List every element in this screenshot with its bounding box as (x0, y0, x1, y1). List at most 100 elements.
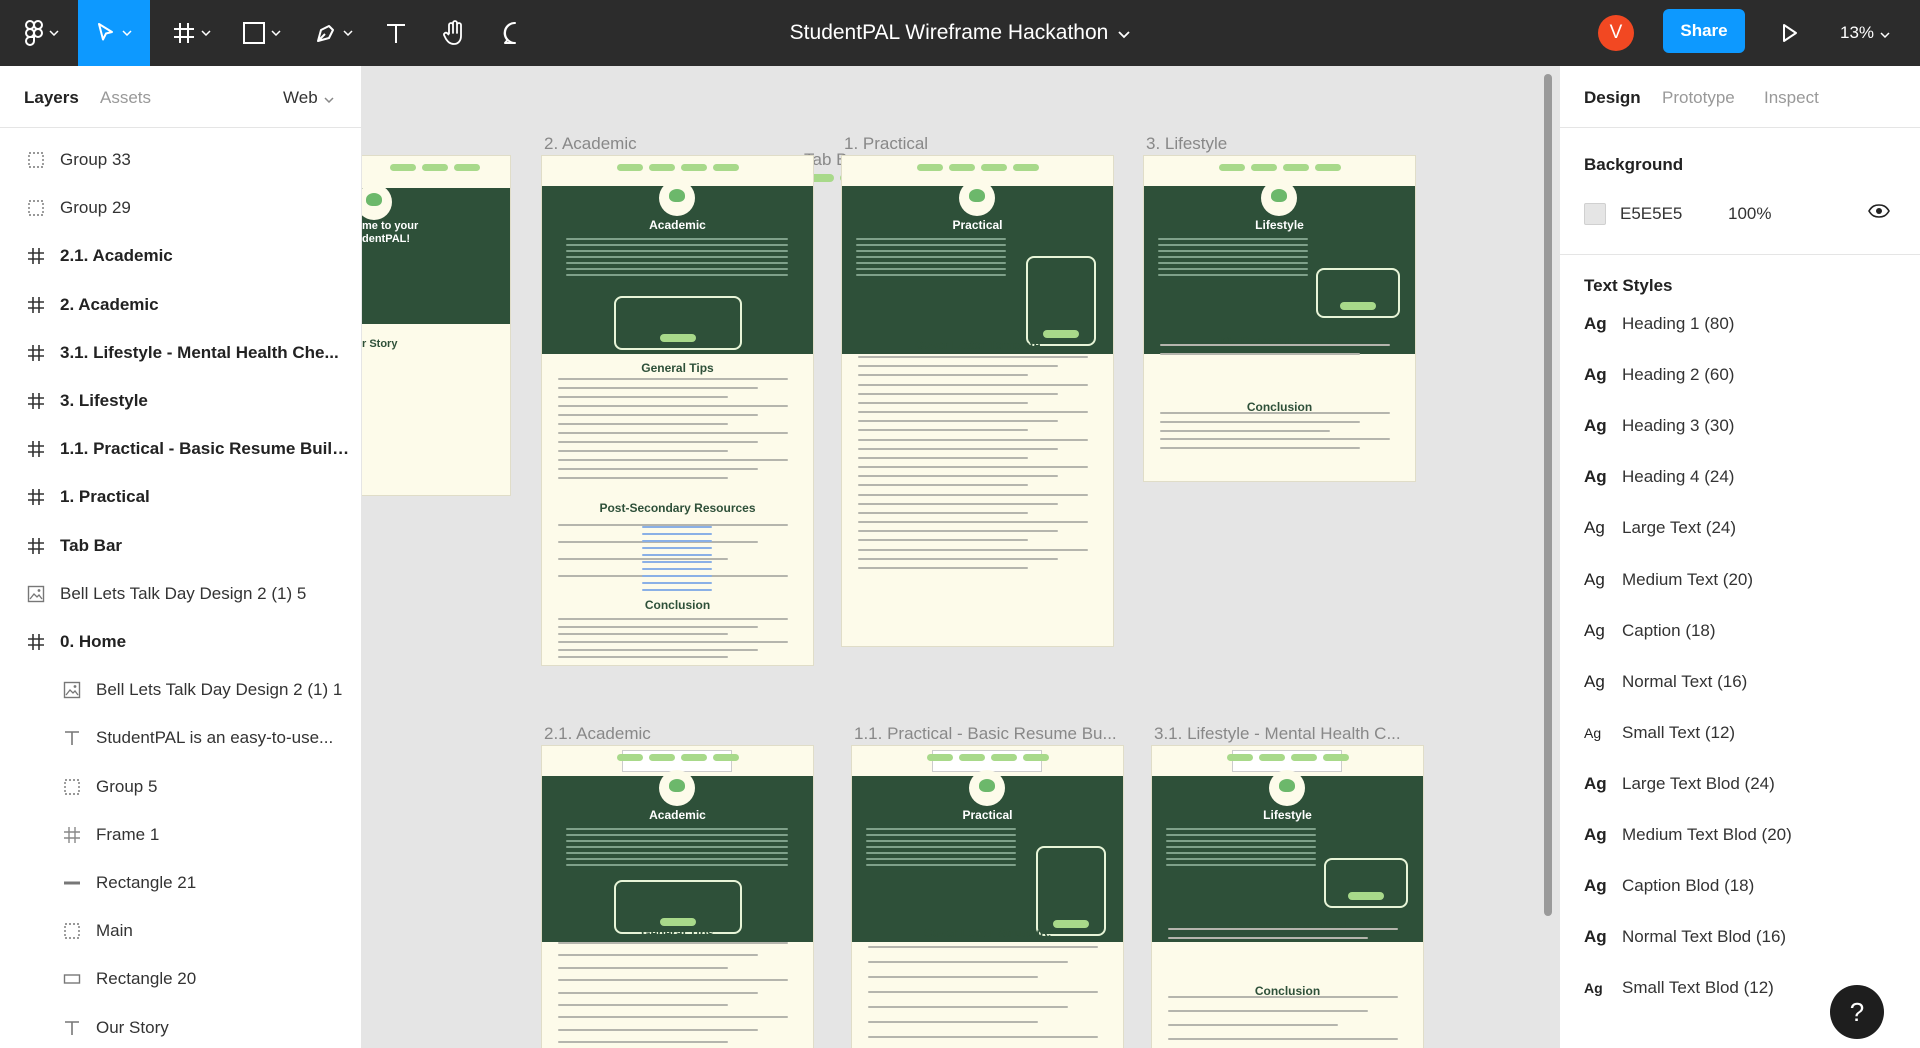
text-style-row[interactable]: Ag Caption (18) (1584, 616, 1716, 646)
rectangle-tool-button[interactable] (236, 0, 288, 66)
layer-row[interactable]: 1. Practical (0, 473, 361, 521)
wireframe-frame[interactable]: Practical Cover Letter Template (842, 156, 1113, 646)
text-style-row[interactable]: Ag Heading 1 (80) (1584, 309, 1734, 339)
user-avatar[interactable]: V (1598, 15, 1634, 51)
text-style-name: Large Text (24) (1622, 518, 1737, 538)
text-style-row[interactable]: Ag Heading 4 (24) (1584, 462, 1734, 492)
layer-row[interactable]: 3.1. Lifestyle - Mental Health Che... (0, 329, 361, 377)
wireframe-home[interactable]: me to your dentPAL! r Story (362, 156, 510, 495)
wireframe-hero-title: Lifestyle (1255, 218, 1304, 232)
chevron-down-icon (201, 30, 211, 36)
eye-visibility-icon[interactable] (1868, 204, 1890, 223)
page-selector[interactable]: Web (283, 88, 334, 108)
layer-row[interactable]: Frame 1 (0, 811, 361, 859)
frame-icon (25, 245, 47, 267)
layer-row[interactable]: Bell Lets Talk Day Design 2 (1) 5 (0, 570, 361, 618)
text-style-name: Normal Text (16) (1622, 671, 1748, 691)
frame-label[interactable]: 1.1. Practical - Basic Resume Bu... (854, 724, 1117, 744)
text-style-name: Small Text Blod (12) (1622, 978, 1774, 998)
hand-tool-button[interactable] (436, 0, 474, 66)
tab-layers[interactable]: Layers (24, 88, 79, 108)
text-style-row[interactable]: Ag Normal Text Blod (16) (1584, 922, 1786, 952)
layer-row[interactable]: Group 29 (0, 184, 361, 232)
layer-row[interactable]: Our Story (0, 1004, 361, 1048)
help-button[interactable]: ? (1830, 985, 1884, 1039)
present-button[interactable] (1772, 0, 1808, 66)
wireframe-frame[interactable]: Lifestyle My Personal Journal Conclusion (1152, 746, 1423, 1048)
line-icon (61, 872, 83, 894)
layer-row[interactable]: 1.1. Practical - Basic Resume Builder (0, 425, 361, 473)
chevron-down-icon (324, 88, 334, 108)
layer-row[interactable]: StudentPAL is an easy-to-use... (0, 714, 361, 762)
layer-row[interactable]: Group 5 (0, 763, 361, 811)
tab-assets[interactable]: Assets (100, 88, 151, 108)
frame-label[interactable]: 3. Lifestyle (1146, 134, 1227, 154)
text-style-row[interactable]: Ag Heading 2 (60) (1584, 360, 1734, 390)
frame-label[interactable]: 1. Practical (844, 134, 928, 154)
layer-name: Our Story (96, 1017, 169, 1037)
frame-label[interactable]: 2.1. Academic (544, 724, 651, 744)
frame-label[interactable]: 3.1. Lifestyle - Mental Health C... (1154, 724, 1401, 744)
wireframe-frame[interactable]: Lifestyle My Personal Journal Conclusion (1144, 156, 1415, 481)
layer-row[interactable]: Rectangle 21 (0, 859, 361, 907)
figma-menu-button[interactable] (18, 0, 66, 66)
layer-name: Group 29 (60, 198, 131, 218)
tab-prototype[interactable]: Prototype (1662, 88, 1735, 108)
layer-row[interactable]: Rectangle 20 (0, 955, 361, 1003)
layer-row[interactable]: Main (0, 907, 361, 955)
design-canvas[interactable]: Tab Bar me to your dentPAL! r Story 2. A… (362, 66, 1559, 1048)
image-icon (61, 679, 83, 701)
wireframe-nav (1152, 746, 1423, 768)
layer-name: 2. Academic (60, 294, 159, 314)
wireframe-frame[interactable]: Practical Cover Letter Structure (852, 746, 1123, 1048)
chevron-down-icon (271, 30, 281, 36)
wireframe-feature-card (1324, 858, 1408, 908)
wireframe-hero: Practical (842, 180, 1113, 354)
tab-design[interactable]: Design (1584, 88, 1641, 108)
background-color-swatch[interactable] (1584, 203, 1606, 225)
layer-name: Rectangle 21 (96, 873, 197, 892)
background-opacity-value[interactable]: 100% (1728, 204, 1771, 224)
layer-row[interactable]: Tab Bar (0, 522, 361, 570)
zoom-dropdown[interactable]: 13% (1840, 0, 1890, 66)
home-our-story-heading: r Story (362, 338, 398, 350)
layer-row[interactable]: Group 33 (0, 136, 361, 184)
background-hex-value[interactable]: E5E5E5 (1620, 204, 1682, 224)
comment-bubble-icon (503, 21, 527, 45)
move-tool-button[interactable] (78, 0, 150, 66)
document-title[interactable]: StudentPAL Wireframe Hackathon (790, 21, 1131, 45)
tab-inspect[interactable]: Inspect (1764, 88, 1819, 108)
layer-row[interactable]: 2.1. Academic (0, 232, 361, 280)
text-style-row[interactable]: Ag Small Text Blod (12) (1584, 973, 1774, 1003)
layer-row[interactable]: 0. Home (0, 618, 361, 666)
hand-icon (443, 20, 467, 46)
text-style-row[interactable]: Ag Normal Text (16) (1584, 667, 1747, 697)
wireframe-frame[interactable]: Academic General Tips (542, 746, 813, 1048)
wireframe-section-heading: Post-Secondary Resources (599, 501, 756, 515)
text-style-row[interactable]: Ag Large Text Blod (24) (1584, 769, 1775, 799)
canvas-vertical-scrollbar[interactable] (1544, 74, 1552, 916)
text-style-row[interactable]: Ag Heading 3 (30) (1584, 411, 1734, 441)
comment-tool-button[interactable] (496, 0, 534, 66)
text-style-row[interactable]: Ag Medium Text Blod (20) (1584, 820, 1792, 850)
share-button[interactable]: Share (1663, 9, 1745, 53)
chevron-down-icon (49, 30, 59, 36)
layer-row[interactable]: 3. Lifestyle (0, 377, 361, 425)
text-style-row[interactable]: Ag Caption Blod (18) (1584, 871, 1754, 901)
wireframe-frame[interactable]: Academic General Tips Post-Secondary Resou… (542, 156, 813, 665)
layer-name: Group 33 (60, 150, 131, 169)
text-style-row[interactable]: Ag Large Text (24) (1584, 513, 1736, 543)
text-tool-button[interactable] (378, 0, 414, 66)
layer-row[interactable]: 2. Academic (0, 281, 361, 329)
background-fill-row: E5E5E5 100% (1584, 200, 1904, 228)
frame-label[interactable]: 2. Academic (544, 134, 637, 154)
text-style-row[interactable]: Ag Small Text (12) (1584, 718, 1735, 748)
toolbar: StudentPAL Wireframe Hackathon V Share 1… (0, 0, 1920, 66)
pen-tool-button[interactable] (308, 0, 360, 66)
frame-tool-button[interactable] (166, 0, 218, 66)
wireframe-hero-title: Academic (649, 808, 706, 822)
text-style-row[interactable]: Ag Medium Text (20) (1584, 565, 1753, 595)
frame-icon (25, 438, 47, 460)
wireframe-section-heading: Cover Letter Template (914, 338, 1041, 352)
layer-row[interactable]: Bell Lets Talk Day Design 2 (1) 1 (0, 666, 361, 714)
